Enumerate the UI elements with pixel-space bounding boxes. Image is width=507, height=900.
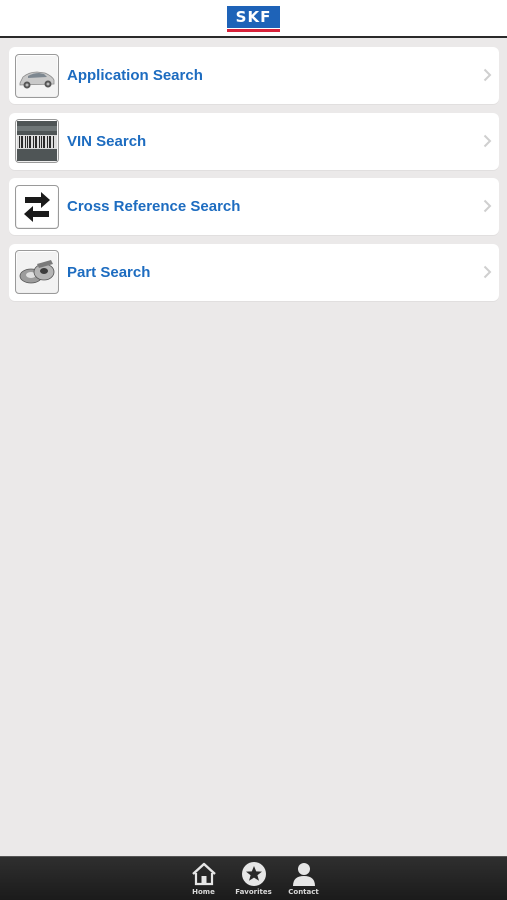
menu-item-label: VIN Search bbox=[67, 132, 147, 150]
chevron-right-icon bbox=[483, 68, 492, 82]
menu-item-part-search[interactable]: Part Search bbox=[9, 243, 499, 301]
menu-item-label: Cross Reference Search bbox=[67, 198, 241, 215]
tab-contact[interactable]: Contact bbox=[279, 857, 329, 896]
barcode-icon bbox=[15, 119, 59, 163]
tab-label: Contact bbox=[288, 888, 319, 896]
car-icon bbox=[15, 53, 59, 98]
tab-favorites[interactable]: Favorites bbox=[229, 857, 279, 896]
tab-home[interactable]: Home bbox=[179, 857, 229, 896]
tab-label: Home bbox=[192, 888, 215, 896]
search-menu: Application Search VIN Search Cross Refe… bbox=[9, 47, 499, 309]
tab-label: Favorites bbox=[235, 888, 272, 896]
logo-text: SKF bbox=[227, 5, 280, 28]
star-icon bbox=[240, 861, 268, 887]
chevron-right-icon bbox=[483, 265, 492, 278]
bearing-part-icon bbox=[15, 250, 59, 294]
menu-item-label: Application Search bbox=[67, 67, 203, 84]
person-icon bbox=[290, 861, 318, 887]
home-icon bbox=[190, 861, 218, 887]
chevron-right-icon bbox=[483, 199, 492, 213]
menu-item-application-search[interactable]: Application Search bbox=[9, 47, 499, 104]
chevron-right-icon bbox=[483, 134, 492, 147]
swap-arrows-icon bbox=[15, 184, 59, 229]
menu-item-vin-search[interactable]: VIN Search bbox=[9, 112, 499, 170]
menu-item-cross-reference-search[interactable]: Cross Reference Search bbox=[9, 178, 499, 235]
logo-stripe bbox=[227, 28, 280, 32]
app-header: SKF bbox=[0, 0, 507, 38]
bottom-tab-bar: Home Favorites Contact bbox=[0, 856, 507, 900]
menu-item-label: Part Search bbox=[67, 263, 151, 281]
skf-logo: SKF bbox=[227, 5, 280, 33]
